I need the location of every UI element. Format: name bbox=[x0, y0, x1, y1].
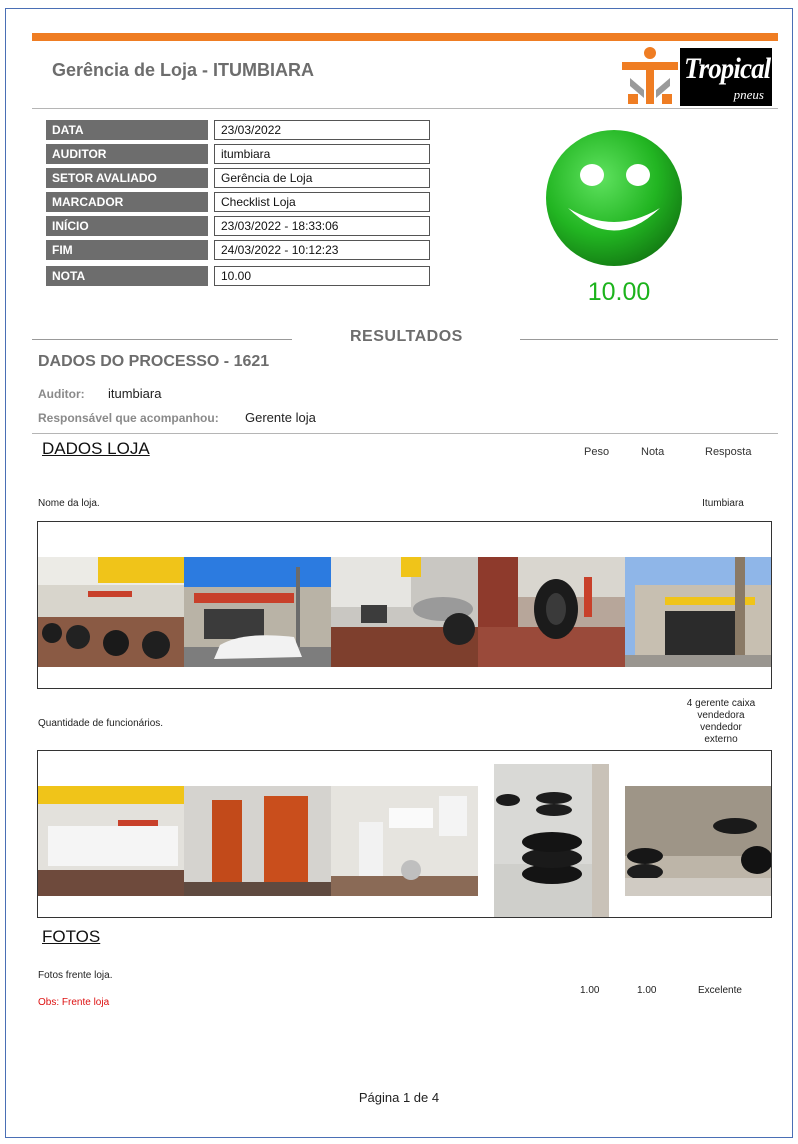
process-heading: DADOS DO PROCESSO - 1621 bbox=[38, 353, 270, 370]
info-label: SETOR AVALIADO bbox=[46, 168, 208, 188]
process-divider bbox=[32, 433, 778, 434]
info-label: INÍCIO bbox=[46, 216, 208, 236]
info-row-inicio: INÍCIO 23/03/2022 - 18:33:06 bbox=[46, 216, 430, 236]
info-value: Gerência de Loja bbox=[214, 168, 430, 188]
photo-thumbnail[interactable] bbox=[184, 557, 331, 667]
question-answer: Excelente bbox=[698, 985, 742, 996]
header-divider bbox=[32, 108, 778, 109]
question-peso: 1.00 bbox=[580, 985, 600, 996]
photo-thumbnail[interactable] bbox=[625, 557, 771, 667]
logo-wordmark: Tropical pneus bbox=[680, 48, 772, 106]
responsible-label: Responsável que acompanhou: bbox=[38, 411, 219, 425]
info-label: AUDITOR bbox=[46, 144, 208, 164]
info-row-auditor: AUDITOR itumbiara bbox=[46, 144, 430, 164]
answer-line: vendedor bbox=[700, 722, 742, 733]
header-accent-bar bbox=[32, 33, 778, 41]
results-divider-right bbox=[520, 339, 778, 340]
page-number: Página 1 de 4 bbox=[358, 1090, 440, 1105]
photo-thumbnail[interactable] bbox=[494, 764, 609, 917]
info-value: 23/03/2022 - 18:33:06 bbox=[214, 216, 430, 236]
section-title-dados-loja: DADOS LOJA bbox=[42, 439, 150, 458]
info-row-nota: NOTA 10.00 bbox=[46, 266, 430, 286]
info-value: 23/03/2022 bbox=[214, 120, 430, 140]
photo-thumbnail[interactable] bbox=[331, 786, 478, 896]
question-observation: Obs: Frente loja bbox=[38, 997, 110, 1008]
column-header-resposta: Resposta bbox=[705, 446, 752, 458]
auditor-label: Auditor: bbox=[38, 387, 85, 401]
photo-thumbnail[interactable] bbox=[331, 557, 478, 667]
photo-thumbnail[interactable] bbox=[38, 786, 184, 896]
answer-line: 4 gerente caixa bbox=[686, 698, 756, 709]
info-row-setor: SETOR AVALIADO Gerência de Loja bbox=[46, 168, 430, 188]
column-header-nota: Nota bbox=[641, 446, 665, 458]
info-value: 10.00 bbox=[214, 266, 430, 286]
photo-strip-store bbox=[37, 521, 772, 689]
info-row-fim: FIM 24/03/2022 - 10:12:23 bbox=[46, 240, 430, 260]
logo-mark-icon bbox=[622, 47, 678, 104]
info-row-marcador: MARCADOR Checklist Loja bbox=[46, 192, 430, 212]
info-value: 24/03/2022 - 10:12:23 bbox=[214, 240, 430, 260]
info-row-data: DATA 23/03/2022 bbox=[46, 120, 430, 140]
question-text: Quantidade de funcionários. bbox=[38, 718, 164, 729]
question-nota: 1.00 bbox=[637, 985, 657, 996]
section-title-fotos: FOTOS bbox=[42, 927, 101, 946]
question-answer-multiline: 4 gerente caixa vendedora vendedor exter… bbox=[660, 698, 782, 746]
results-divider-left bbox=[32, 339, 292, 340]
photo-thumbnail[interactable] bbox=[478, 557, 625, 667]
tropical-logo: Tropical pneus bbox=[620, 44, 772, 107]
info-label: DATA bbox=[46, 120, 208, 140]
info-value: itumbiara bbox=[214, 144, 430, 164]
question-answer: Itumbiara bbox=[702, 498, 744, 509]
info-label: NOTA bbox=[46, 266, 208, 286]
responsible-value: Gerente loja bbox=[245, 410, 316, 425]
smiley-face-icon bbox=[546, 130, 682, 266]
answer-line: externo bbox=[704, 734, 738, 745]
photo-thumbnail[interactable] bbox=[184, 786, 331, 896]
question-text: Fotos frente loja. bbox=[38, 970, 113, 981]
question-text: Nome da loja. bbox=[38, 498, 100, 509]
column-header-peso: Peso bbox=[584, 446, 610, 458]
auditor-value: itumbiara bbox=[108, 386, 162, 401]
info-label: FIM bbox=[46, 240, 208, 260]
info-value: Checklist Loja bbox=[214, 192, 430, 212]
info-label: MARCADOR bbox=[46, 192, 208, 212]
overall-score: 10.00 bbox=[587, 278, 651, 306]
photo-thumbnail[interactable] bbox=[625, 786, 771, 896]
photo-thumbnail[interactable] bbox=[38, 557, 184, 667]
results-title: RESULTADOS bbox=[350, 328, 463, 345]
photo-strip-staff bbox=[37, 750, 772, 918]
page-title: Gerência de Loja - ITUMBIARA bbox=[52, 60, 315, 80]
answer-line: vendedora bbox=[697, 710, 745, 721]
